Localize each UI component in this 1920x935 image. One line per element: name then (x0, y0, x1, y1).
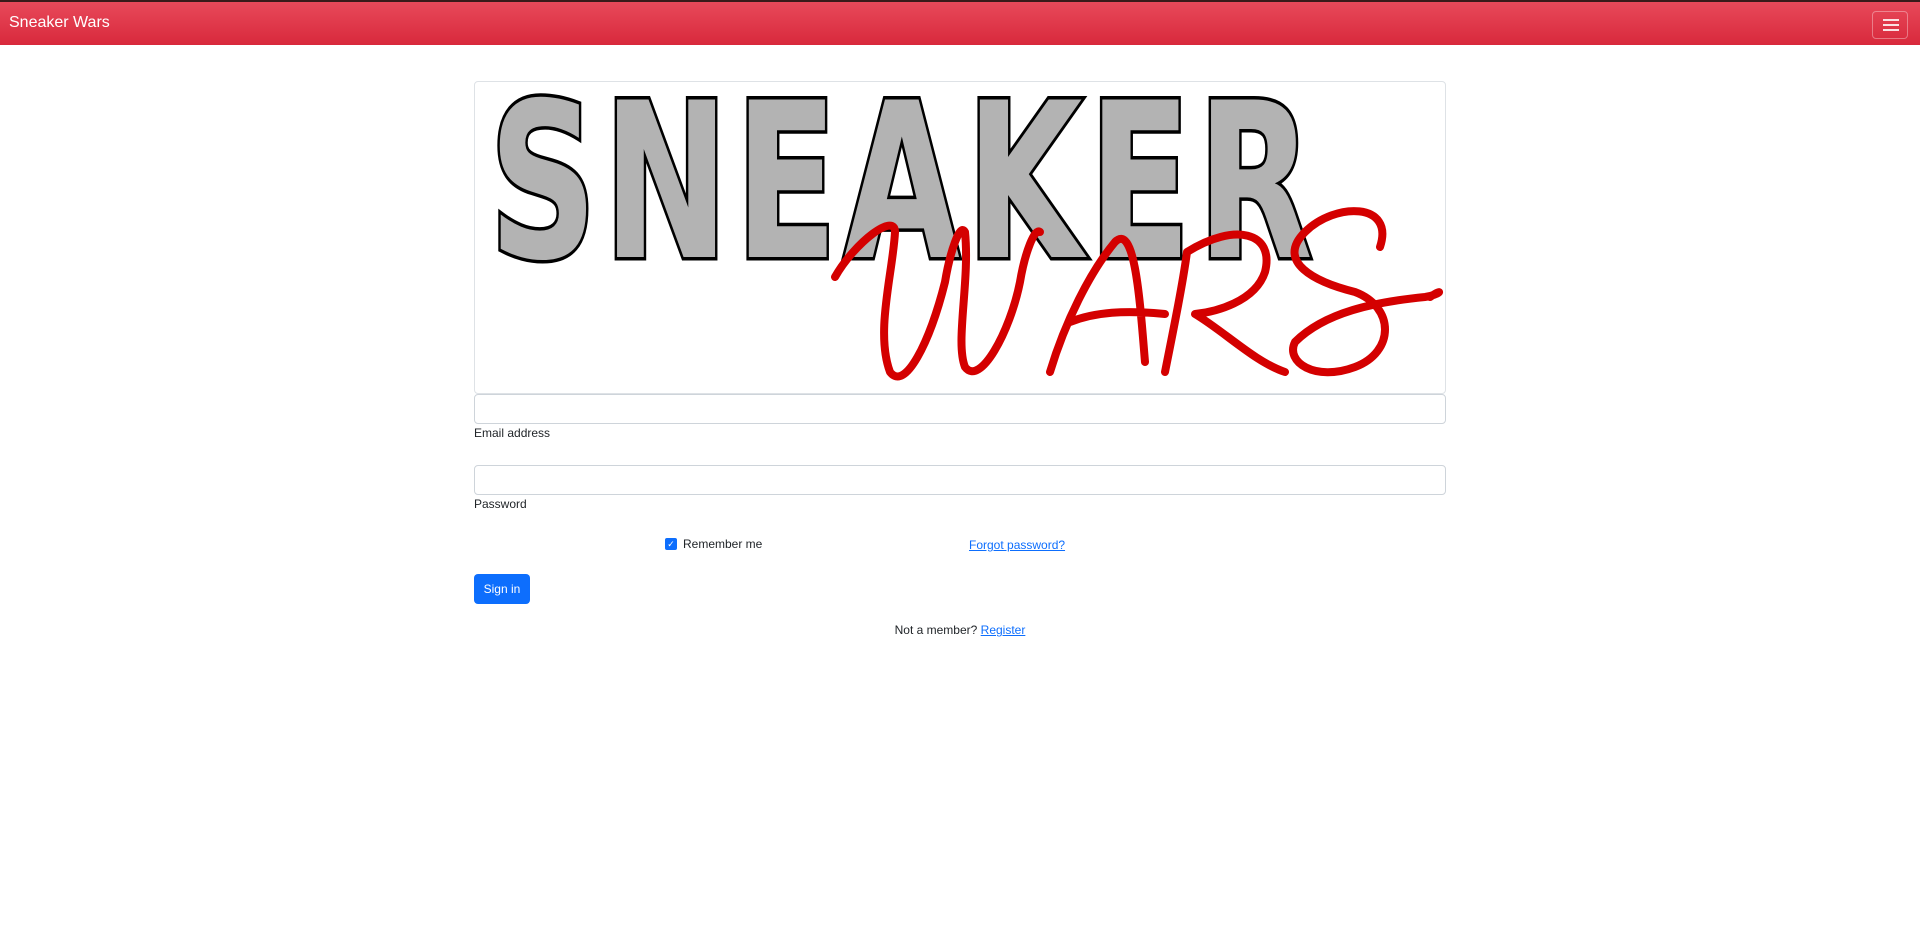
remember-me[interactable]: ✓ Remember me (665, 537, 762, 551)
remember-me-checkbox[interactable]: ✓ (665, 538, 677, 550)
register-prompt: Not a member? Register (0, 623, 1920, 637)
email-input[interactable] (474, 394, 1446, 424)
remember-me-label: Remember me (683, 537, 763, 551)
not-member-text: Not a member? (894, 623, 978, 637)
logo-word-top: SNEAKER (489, 82, 1319, 308)
password-label: Password (474, 497, 527, 511)
top-navbar: Sneaker Wars (0, 0, 1920, 45)
sneaker-wars-logo: SNEAKER (474, 81, 1446, 394)
register-link[interactable]: Register (981, 623, 1026, 637)
hamburger-menu-icon[interactable] (1872, 11, 1908, 39)
navbar-brand[interactable]: Sneaker Wars (9, 14, 110, 32)
password-input[interactable] (474, 465, 1446, 495)
forgot-password-link[interactable]: Forgot password? (969, 538, 1065, 552)
email-label: Email address (474, 426, 551, 440)
sign-in-button[interactable]: Sign in (474, 574, 530, 604)
